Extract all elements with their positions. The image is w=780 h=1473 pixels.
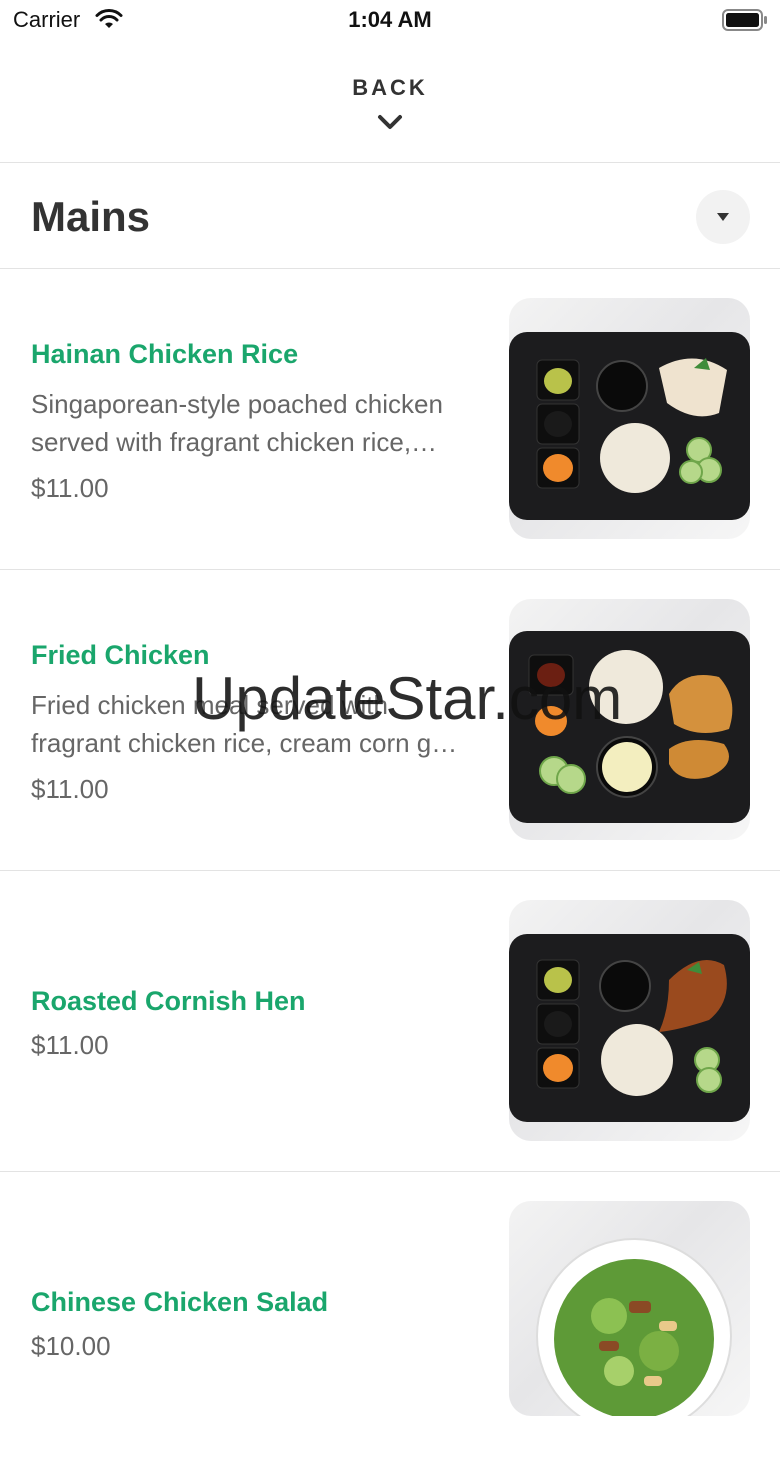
item-description: Singaporean-style poached chicken served… (31, 389, 443, 457)
clock: 1:04 AM (348, 7, 432, 32)
menu-item[interactable]: Fried Chicken Fried chicken meal served … (0, 570, 780, 871)
roasted-cornish-hen-photo (509, 900, 750, 1141)
item-name: Fried Chicken (31, 640, 210, 670)
item-price: $11.00 (31, 774, 109, 804)
back-button[interactable]: BACK (0, 40, 780, 163)
section-dropdown-button[interactable] (696, 190, 750, 244)
menu-item[interactable]: Chinese Chicken Salad $10.00 (0, 1172, 780, 1473)
menu-item[interactable]: Hainan Chicken Rice Singaporean-style po… (0, 269, 780, 570)
item-name: Chinese Chicken Salad (31, 1287, 329, 1317)
item-price: $11.00 (31, 473, 109, 503)
item-price: $10.00 (31, 1331, 111, 1361)
back-label: BACK (352, 75, 428, 100)
menu-item[interactable]: Roasted Cornish Hen $11.00 (0, 871, 780, 1172)
caret-down-icon (717, 213, 729, 221)
chevron-down-icon (377, 114, 403, 137)
section-title: Mains (31, 193, 151, 240)
section-header: Mains (0, 163, 780, 269)
item-price: $11.00 (31, 1030, 109, 1060)
hainan-chicken-rice-photo (509, 298, 750, 539)
item-description: Fried chicken meal served with fragrant … (31, 690, 458, 758)
status-bar: Carrier 1:04 AM (0, 0, 780, 40)
battery-icon (722, 9, 768, 36)
fried-chicken-photo (509, 599, 750, 840)
chinese-chicken-salad-photo (509, 1201, 750, 1416)
item-name: Hainan Chicken Rice (31, 339, 299, 369)
item-name: Roasted Cornish Hen (31, 986, 306, 1016)
